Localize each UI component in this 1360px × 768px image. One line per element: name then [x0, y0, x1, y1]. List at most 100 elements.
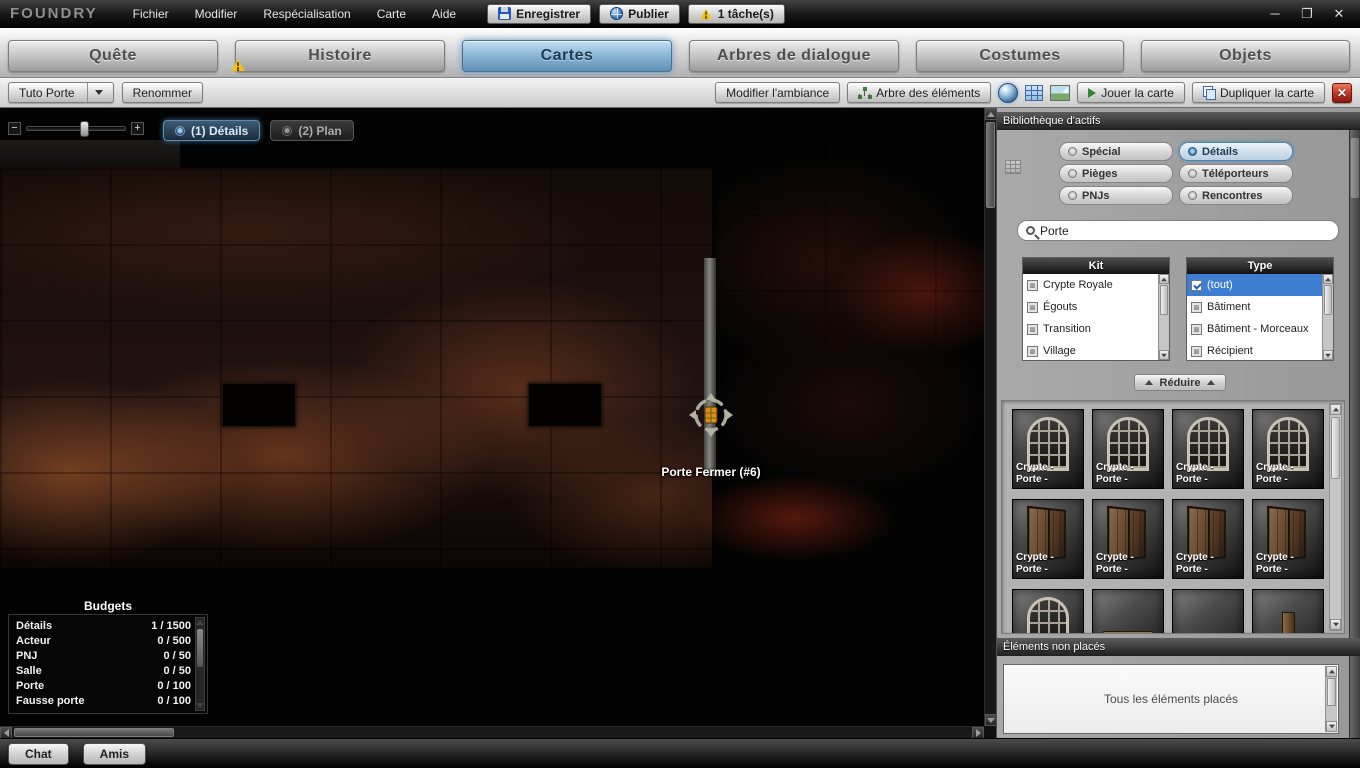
map-viewport[interactable]: − + (1) Détails (2) Plan Porte Fermer (#…	[0, 108, 984, 726]
checkbox-icon[interactable]	[1027, 301, 1038, 313]
asset-tile[interactable]	[1252, 589, 1324, 633]
map-texture-bottomright	[688, 468, 924, 568]
asset-tile[interactable]: Crypte - Porte -	[1092, 499, 1164, 579]
minimize-button[interactable]: ─	[1262, 4, 1288, 24]
zoom-slider-track[interactable]	[26, 121, 126, 137]
friends-button[interactable]: Amis	[82, 742, 147, 765]
category-special[interactable]: Spécial	[1059, 142, 1173, 161]
type-item-tout[interactable]: (tout)	[1187, 274, 1322, 296]
scrollbar-thumb[interactable]	[1327, 678, 1336, 706]
budgets-scrollbar[interactable]	[195, 617, 205, 711]
close-map-button[interactable]: ✕	[1332, 82, 1352, 103]
menu-carte[interactable]: Carte	[364, 0, 419, 27]
asset-tile[interactable]: Crypte - Porte -	[1012, 409, 1084, 489]
checkbox-icon[interactable]	[1191, 345, 1202, 357]
tab-cartes[interactable]: Cartes	[462, 40, 672, 72]
scrollbar-thumb[interactable]	[1324, 285, 1332, 315]
category-pnjs[interactable]: PNJs	[1059, 186, 1173, 205]
tab-arbres-dialogue[interactable]: Arbres de dialogue	[689, 40, 899, 72]
edit-ambiance-button[interactable]: Modifier l'ambiance	[715, 82, 841, 103]
budgets-title: Budgets	[84, 599, 132, 613]
unplaced-scrollbar[interactable]	[1325, 666, 1337, 732]
tab-objets[interactable]: Objets	[1141, 40, 1350, 72]
asset-tile[interactable]: Crypte - Porte -	[1172, 409, 1244, 489]
menu-respecialisation[interactable]: Respécialisation	[250, 0, 363, 27]
tab-quete[interactable]: Quête	[8, 40, 218, 72]
selected-object-gizmo[interactable]	[688, 392, 734, 438]
chat-button[interactable]: Chat	[8, 742, 69, 765]
kit-item-crypte-royale[interactable]: Crypte Royale	[1023, 274, 1158, 296]
chevron-down-icon	[94, 90, 103, 95]
category-pieges[interactable]: Pièges	[1059, 164, 1173, 183]
wall-niche-right	[528, 383, 602, 427]
terrain-paint-button[interactable]	[1050, 84, 1071, 101]
scroll-down-icon	[1161, 353, 1167, 357]
map-name-dropdown[interactable]: Tuto Porte	[8, 82, 114, 103]
kit-item-village[interactable]: Village	[1023, 340, 1158, 360]
layer-tab-details[interactable]: (1) Détails	[163, 120, 261, 141]
window-controls: ─ ❐ ✕	[1262, 4, 1360, 24]
zoom-slider-handle[interactable]	[80, 121, 89, 137]
asset-tile[interactable]: Crypte - Porte -	[1172, 499, 1244, 579]
play-map-button[interactable]: Jouer la carte	[1077, 82, 1185, 103]
asset-tile[interactable]	[1172, 589, 1244, 633]
scrollbar-thumb[interactable]	[986, 122, 995, 208]
menu-modifier[interactable]: Modifier	[182, 0, 251, 27]
scrollbar-thumb[interactable]	[14, 728, 174, 737]
radio-off-icon	[1068, 169, 1077, 178]
scrollbar-thumb[interactable]	[1160, 285, 1168, 315]
scrollbar-thumb[interactable]	[1351, 138, 1359, 198]
asset-tile[interactable]: Crypte - Porte -	[1012, 499, 1084, 579]
close-window-button[interactable]: ✕	[1326, 4, 1352, 24]
tasks-button[interactable]: 1 tâche(s)	[687, 3, 785, 24]
asset-tile[interactable]: Crypte - Porte -	[1252, 499, 1324, 579]
rename-button[interactable]: Renommer	[121, 82, 203, 103]
canvas-vertical-scrollbar[interactable]	[984, 108, 997, 726]
tab-histoire[interactable]: Histoire	[235, 40, 445, 72]
checkbox-icon[interactable]	[1027, 345, 1038, 357]
menu-aide[interactable]: Aide	[419, 0, 469, 27]
scrollbar-thumb[interactable]	[1331, 417, 1340, 479]
asset-tile[interactable]	[1092, 589, 1164, 633]
type-list-scrollbar[interactable]	[1322, 274, 1333, 360]
category-teleporteurs[interactable]: Téléporteurs	[1179, 164, 1293, 183]
grid-mode-button[interactable]	[1025, 84, 1044, 101]
layer-tab-plan[interactable]: (2) Plan	[270, 120, 354, 141]
collapse-filters-button[interactable]: Réduire	[1134, 374, 1226, 391]
library-grid-icon[interactable]	[1005, 160, 1021, 174]
asset-grid-scrollbar[interactable]	[1329, 403, 1342, 631]
asset-tile[interactable]: Crypte - Porte -	[1092, 409, 1164, 489]
type-item-batiment-morceaux[interactable]: Bâtiment - Morceaux	[1187, 318, 1322, 340]
arched-door-icon	[1027, 597, 1069, 633]
duplicate-map-button[interactable]: Dupliquer la carte	[1191, 82, 1325, 103]
asset-tile[interactable]	[1012, 589, 1084, 633]
checkbox-icon[interactable]	[1027, 323, 1038, 335]
kit-item-egouts[interactable]: Égouts	[1023, 296, 1158, 318]
checkbox-icon[interactable]	[1191, 301, 1202, 313]
wooden-door-icon	[1187, 505, 1226, 563]
scroll-up-icon	[987, 111, 995, 117]
save-button[interactable]: Enregistrer	[487, 3, 592, 24]
tab-costumes[interactable]: Costumes	[916, 40, 1124, 72]
checkbox-icon[interactable]	[1027, 279, 1038, 291]
zoom-in-button[interactable]: +	[131, 122, 144, 135]
scrollbar-thumb[interactable]	[197, 629, 203, 667]
category-details[interactable]: Détails	[1179, 142, 1293, 161]
zoom-out-button[interactable]: −	[8, 122, 21, 135]
asset-tile[interactable]: Crypte - Porte -	[1252, 409, 1324, 489]
map-dropdown-arrow[interactable]	[86, 83, 103, 102]
checkbox-icon[interactable]	[1191, 323, 1202, 335]
menu-fichier[interactable]: Fichier	[120, 0, 182, 27]
kit-item-transition[interactable]: Transition	[1023, 318, 1158, 340]
element-tree-button[interactable]: Arbre des éléments	[847, 82, 992, 103]
checkbox-checked-icon[interactable]	[1191, 279, 1202, 291]
publish-button[interactable]: Publier	[599, 3, 680, 24]
type-item-batiment[interactable]: Bâtiment	[1187, 296, 1322, 318]
category-rencontres[interactable]: Rencontres	[1179, 186, 1293, 205]
kit-list-scrollbar[interactable]	[1158, 274, 1169, 360]
type-item-recipient[interactable]: Récipient	[1187, 340, 1322, 360]
search-input[interactable]	[1040, 223, 1320, 238]
canvas-horizontal-scrollbar[interactable]	[0, 726, 984, 739]
restore-button[interactable]: ❐	[1294, 4, 1320, 24]
sphere-mode-button[interactable]	[998, 82, 1019, 103]
